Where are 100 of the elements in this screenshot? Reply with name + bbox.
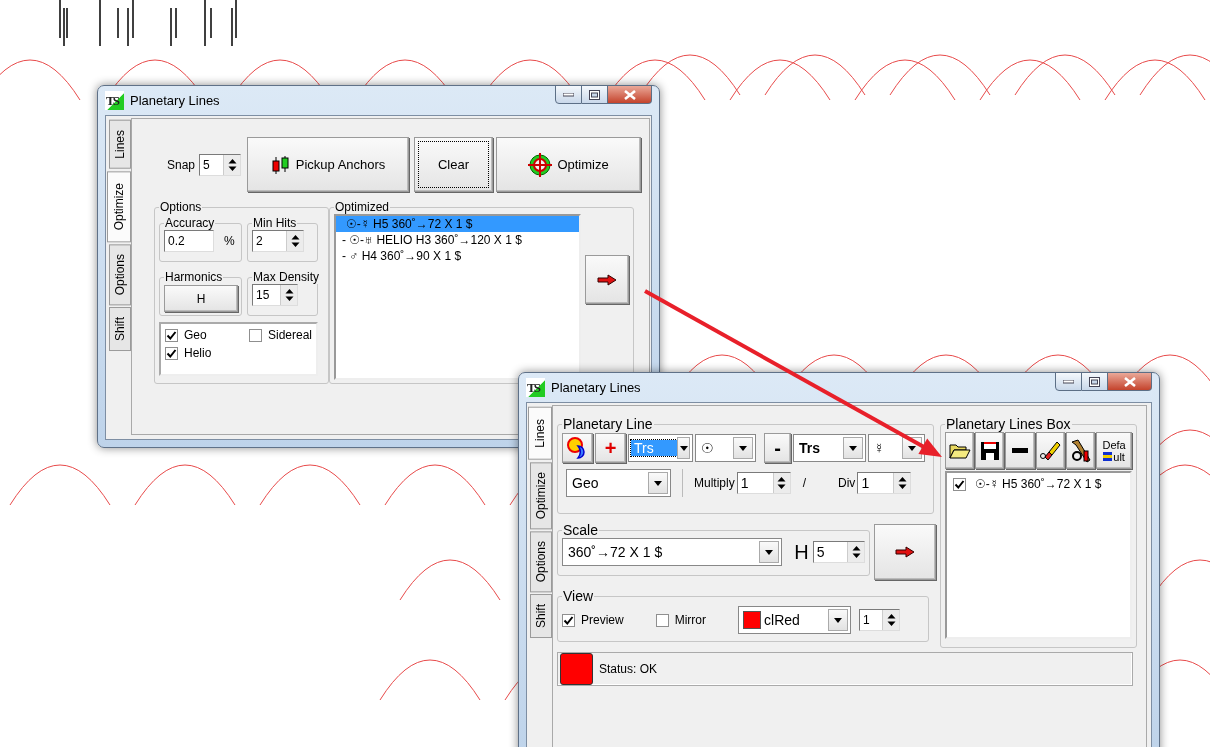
minimize-icon — [563, 92, 574, 97]
max-density-spinner[interactable]: 15 — [252, 284, 298, 306]
tools-button[interactable] — [1065, 432, 1096, 469]
snap-spinner[interactable]: 5 — [199, 153, 242, 176]
caret-icon — [765, 549, 774, 555]
maximize-button[interactable] — [1082, 372, 1108, 391]
close-button[interactable] — [608, 85, 652, 104]
color-button[interactable] — [562, 433, 593, 463]
action-button[interactable]: Optimize — [496, 137, 642, 192]
color-dropdown[interactable]: clRed — [738, 606, 851, 634]
div-spinner[interactable]: 1 — [857, 472, 912, 494]
checkbox[interactable] — [249, 328, 262, 342]
planet-dropdown[interactable]: Trs — [793, 434, 866, 462]
spin-arrows-icon — [897, 476, 907, 490]
group-label: Accuracy — [164, 216, 216, 230]
group-label: Options — [159, 200, 203, 214]
harmonic-spinner[interactable]: 5 — [812, 541, 865, 563]
close-icon — [1123, 376, 1136, 387]
tab[interactable]: Lines — [109, 120, 131, 169]
min-hits-spinner[interactable]: 2 — [252, 230, 304, 252]
frame-dropdown[interactable]: Geo — [566, 469, 671, 497]
spin-arrows-icon — [886, 613, 896, 627]
stack-icon — [1103, 452, 1113, 461]
group-label: Max Density — [252, 270, 321, 284]
group-label: View — [562, 588, 595, 604]
width-spinner[interactable]: 1 — [859, 609, 900, 631]
list-item[interactable]: - ☉-♅ HELIO H3 360˚→120 X 1 $ — [336, 232, 580, 248]
maximize-icon — [1089, 376, 1100, 387]
minus-icon — [1012, 448, 1029, 453]
tab[interactable]: Lines — [528, 407, 552, 460]
snap-label: Snap — [167, 157, 196, 172]
accuracy-field[interactable]: 0.2 — [164, 230, 214, 252]
group-label: Min Hits — [252, 216, 298, 230]
multiply-label: Multiply — [694, 476, 735, 490]
group-label: Scale — [562, 522, 600, 538]
save-button[interactable] — [975, 432, 1005, 469]
spin-arrows-icon — [227, 157, 237, 172]
separator-label: / — [802, 476, 807, 490]
checkbox[interactable] — [562, 613, 575, 627]
target-icon — [528, 152, 553, 177]
list-item[interactable]: ☉-☿ H5 360˚→72 X 1 $ — [336, 216, 580, 232]
spin-arrows-icon — [851, 545, 861, 559]
harmonic-label: H — [794, 540, 809, 564]
close-icon — [623, 89, 636, 100]
maximize-button[interactable] — [582, 85, 608, 104]
erase-button[interactable] — [1035, 432, 1065, 469]
checkbox-label: Mirror — [674, 613, 706, 627]
spin-arrows-icon — [284, 288, 294, 302]
caret-icon — [908, 445, 916, 451]
remove-button[interactable]: - — [764, 433, 791, 463]
floppy-icon — [979, 440, 1000, 461]
minimize-icon — [1063, 379, 1074, 384]
apply-button[interactable] — [874, 524, 936, 580]
default-button[interactable]: Defa ult — [1096, 432, 1132, 469]
caret-icon — [739, 445, 747, 451]
caret-icon — [834, 617, 842, 623]
unit-label: % — [224, 234, 235, 248]
checkbox-label: Geo — [184, 328, 207, 342]
checkbox[interactable] — [165, 346, 178, 360]
multiply-spinner[interactable]: 1 — [736, 472, 791, 494]
minimize-button[interactable] — [555, 85, 582, 104]
open-button[interactable] — [945, 432, 975, 469]
action-button[interactable]: Pickup Anchors — [247, 137, 410, 192]
eraser-icon — [1039, 439, 1062, 462]
div-label: Div — [838, 476, 856, 490]
scale-dropdown[interactable]: 360˚→72 X 1 $ — [562, 538, 783, 566]
maximize-icon — [589, 89, 600, 100]
checkbox-label: Preview — [581, 613, 624, 627]
spin-arrows-icon — [777, 476, 787, 490]
tab[interactable]: Shift — [530, 594, 552, 639]
planet-dropdown[interactable]: ☉ — [695, 434, 756, 462]
remove-button[interactable] — [1005, 432, 1035, 469]
apply-button[interactable] — [585, 255, 629, 304]
arrow-icon — [597, 273, 618, 286]
list-item[interactable]: ☉-☿ H5 360˚→72 X 1 $ — [975, 477, 1102, 491]
app-logo: TS — [526, 378, 545, 397]
add-button[interactable]: + — [595, 433, 626, 463]
minimize-button[interactable] — [1055, 372, 1082, 391]
tab[interactable]: Optimize — [107, 170, 131, 243]
checkbox[interactable] — [165, 328, 178, 342]
tab[interactable]: Shift — [109, 307, 131, 352]
window-title: Planetary Lines — [130, 93, 220, 108]
tab[interactable]: Options — [530, 531, 552, 593]
window-title: Planetary Lines — [551, 380, 641, 395]
harmonics-button[interactable]: H — [164, 285, 238, 312]
tab[interactable]: Optimize — [530, 461, 552, 530]
list-item[interactable]: - ♂ H4 360˚→90 X 1 $ — [336, 248, 580, 264]
action-button[interactable]: Clear — [414, 137, 494, 192]
caret-icon — [849, 445, 857, 451]
app-logo: TS — [105, 91, 124, 110]
checkbox[interactable] — [953, 477, 966, 491]
planet-dropdown[interactable]: ☿ — [868, 434, 925, 462]
checkbox[interactable] — [655, 613, 669, 627]
tools-icon — [1069, 438, 1092, 463]
arrow-icon — [895, 546, 915, 558]
group-label: Planetary Line — [562, 416, 654, 432]
close-button[interactable] — [1108, 372, 1152, 391]
spin-arrows-icon — [290, 234, 300, 248]
tab[interactable]: Options — [109, 244, 131, 306]
caret-icon — [679, 445, 688, 451]
